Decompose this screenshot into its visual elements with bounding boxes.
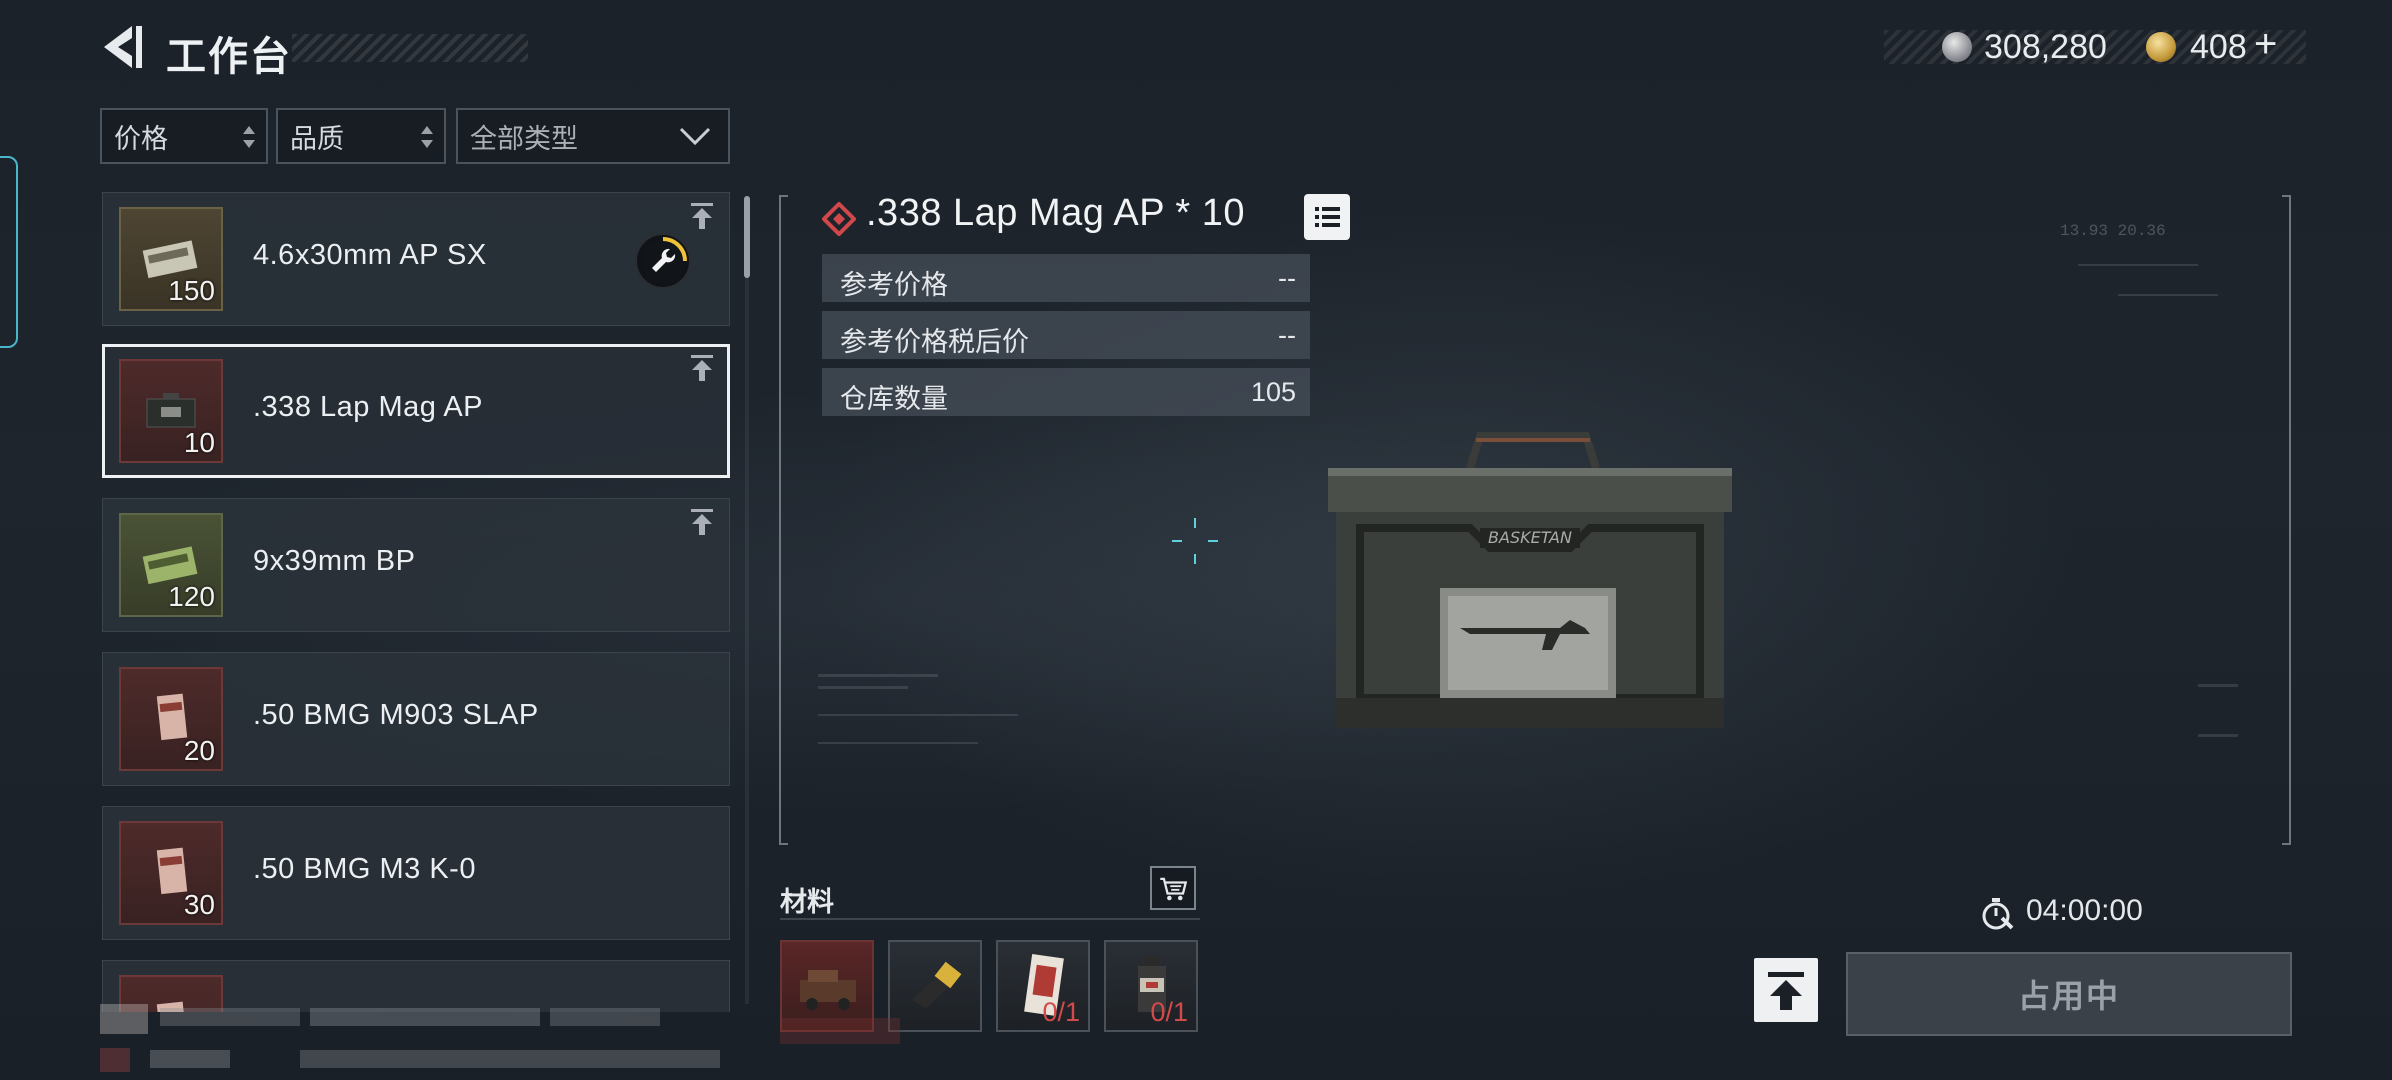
materials-divider <box>780 918 1200 920</box>
page-title: 工作台 <box>166 34 292 80</box>
sort-arrows-icon <box>243 126 255 148</box>
add-currency-button[interactable]: + <box>2254 22 2277 67</box>
redacted-info <box>100 1004 900 1072</box>
item-thumbnail: 120 <box>119 513 223 617</box>
material-slot[interactable]: 0/1 <box>1104 940 1198 1032</box>
pin-to-top-icon[interactable] <box>689 353 715 383</box>
quality-sort-label: 品质 <box>290 123 344 154</box>
list-item[interactable]: 120 9x39mm BP <box>102 498 730 632</box>
type-dropdown[interactable]: 全部类型 <box>456 108 730 164</box>
item-count: 120 <box>168 581 215 612</box>
item-thumbnail: 150 <box>119 207 223 311</box>
ammo-box-icon <box>146 393 196 428</box>
shopping-cart-icon[interactable] <box>1150 866 1196 910</box>
item-thumbnail: 10 <box>119 359 223 463</box>
item-count: 10 <box>183 427 215 458</box>
ammo-box-render: BASKETAN <box>1328 432 1732 728</box>
item-count: 30 <box>183 889 215 920</box>
item-name: .50 BMG M903 SLAP <box>253 699 539 731</box>
materials-title: 材料 <box>780 887 834 917</box>
list-scroll-track <box>745 196 749 1004</box>
silver-coin-icon <box>1942 32 1972 62</box>
crafting-wrench-icon <box>635 233 691 289</box>
pin-to-top-icon[interactable] <box>689 201 715 231</box>
list-item[interactable]: 20 .50 BMG M903 SLAP <box>102 652 730 786</box>
ammo-pack-icon <box>142 240 198 279</box>
ammo-pack-icon <box>142 546 198 585</box>
chevron-down-icon <box>679 127 711 146</box>
ammo-carton-icon <box>156 693 188 741</box>
material-slot[interactable]: 0/1 <box>996 940 1090 1032</box>
list-item[interactable]: 150 4.6x30mm AP SX <box>102 192 730 326</box>
item-thumbnail: 30 <box>119 821 223 925</box>
stat-value: 105 <box>1250 377 1296 407</box>
timer-icon <box>1982 898 2014 930</box>
material-count: 0/1 <box>1042 997 1080 1027</box>
item-name: .338 Lap Mag AP <box>253 391 483 423</box>
gold-coin-icon <box>2146 32 2176 62</box>
stat-label: 参考价格税后价 <box>840 327 1029 357</box>
stat-row-after-tax-price: 参考价格税后价 -- <box>822 311 1310 359</box>
ammo-carton-icon <box>156 847 188 895</box>
quality-sort-filter[interactable]: 品质 <box>276 108 446 164</box>
hud-readout: 13.93 20.36 <box>2060 222 2166 240</box>
item-name: .50 BMG M3 K-0 <box>253 853 476 885</box>
stat-value: -- <box>1278 263 1296 293</box>
occupied-status-button[interactable]: 占用中 <box>1846 952 2292 1036</box>
list-scrollbar[interactable] <box>744 196 750 278</box>
sort-arrows-icon <box>421 126 433 148</box>
pin-to-top-icon[interactable] <box>689 507 715 537</box>
ammo-box-brand: BASKETAN <box>1488 528 1572 547</box>
craft-timer: 04:00:00 <box>2026 894 2143 927</box>
price-sort-filter[interactable]: 价格 <box>100 108 268 164</box>
stat-value: -- <box>1278 320 1296 350</box>
material-count: 0/1 <box>1150 997 1188 1027</box>
list-icon[interactable] <box>1304 194 1350 240</box>
item-count: 150 <box>168 275 215 306</box>
silver-balance: 308,280 <box>1984 28 2107 66</box>
stat-label: 参考价格 <box>840 270 948 300</box>
list-item[interactable]: 30 .50 BMG M3 K-0 <box>102 806 730 940</box>
gold-balance: 408 <box>2190 28 2247 66</box>
item-name: 9x39mm BP <box>253 545 416 577</box>
item-name: 4.6x30mm AP SX <box>253 239 487 271</box>
item-detail-title: .338 Lap Mag AP * 10 <box>866 192 1246 234</box>
rarity-diamond-icon <box>822 202 856 236</box>
stat-row-reference-price: 参考价格 -- <box>822 254 1310 302</box>
list-item-selected[interactable]: 10 .338 Lap Mag AP <box>102 344 730 478</box>
item-list[interactable]: 150 4.6x30mm AP SX 10 .338 Lap Mag AP 12… <box>102 192 730 1012</box>
crosshair-icon <box>1172 518 1218 564</box>
side-drawer-tab[interactable] <box>0 156 18 348</box>
item-thumbnail: 20 <box>119 667 223 771</box>
title-decoration <box>292 34 528 62</box>
stat-label: 仓库数量 <box>840 384 948 414</box>
price-sort-label: 价格 <box>114 123 168 154</box>
item-count: 20 <box>183 735 215 766</box>
stat-row-warehouse-quantity: 仓库数量 105 <box>822 368 1310 416</box>
collect-to-top-icon[interactable] <box>1754 958 1818 1022</box>
type-dropdown-label: 全部类型 <box>470 123 578 154</box>
back-arrow-icon[interactable] <box>98 22 144 72</box>
